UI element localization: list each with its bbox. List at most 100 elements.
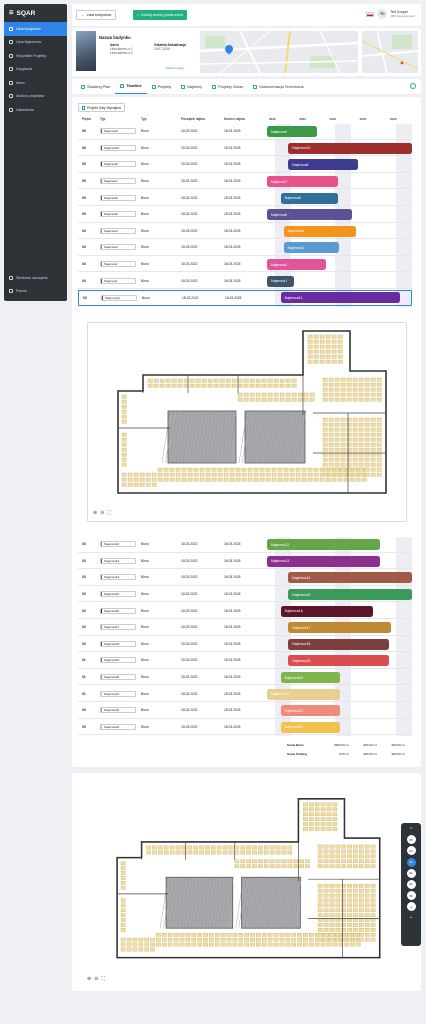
floor-button[interactable]: 04 [406,846,416,856]
floor-plan[interactable]: ⊕ ⊖ ⛶ [87,322,407,522]
gantt-bar[interactable]: Najemca9 [267,126,317,138]
sidebar-item[interactable]: Wszystkie Projekty [4,49,67,63]
sidebar-item[interactable]: Analiza projektów [4,90,67,104]
tenant-select[interactable]: Najemca10 [100,144,136,151]
tenant-select[interactable]: Najemca8 [100,161,136,168]
floor-button[interactable]: 03 [406,857,416,867]
sidebar-bottom-item[interactable]: Pomoc [4,285,67,299]
gantt-bar[interactable]: Najemca15 [288,589,412,600]
tab[interactable]: Stacking Plan [76,79,115,94]
table-row[interactable]: 05 Najemca5 Biuro 18.03.2022 18.03.2025 [78,207,412,223]
tenant-select[interactable]: Najemca15 [100,591,136,598]
gantt-bar[interactable]: Najemca13 [267,555,381,567]
table-row[interactable]: 06 Najemca9 Biuro 18.03.2022 18.03.2025 [78,124,412,140]
table-row[interactable]: 00 Najemca22 Biuro 18.03.2022 18.03.2025 [78,703,412,719]
zoom-out-icon[interactable]: ⊖ [100,510,104,516]
tenant-select[interactable]: Najemca4 [100,227,136,234]
gantt-bar[interactable]: Najemca7 [267,176,338,187]
sidebar-item[interactable]: Lista Najemców [4,36,67,50]
gantt-bar[interactable]: Najemca5 [267,209,352,221]
floor-button[interactable]: 02 [406,868,416,878]
table-row[interactable]: 00 Najemca23 Biuro 18.03.2022 18.03.2025 [78,720,412,736]
gantt-bar[interactable]: Najemca19 [288,655,390,667]
gantt-bar[interactable]: Najemca1 [267,275,295,287]
gantt-bar[interactable]: Najemca11 [280,292,400,304]
gantt-bar[interactable]: Najemca2 [267,259,326,270]
map-overview[interactable] [362,31,418,73]
tenant-select[interactable]: Najemca11 [101,294,137,301]
settings-icon[interactable] [410,83,416,89]
tab[interactable]: Najemcy [176,79,207,94]
gantt-bar[interactable]: Najemca12 [267,539,381,551]
gantt-bar[interactable]: Najemca17 [288,622,391,634]
search-space-button[interactable]: ⌕ Szukaj wolnej powierzchni [133,10,187,20]
floor-button[interactable]: 05 [406,835,416,845]
open-map-link[interactable]: Otwórz mapę [166,66,184,70]
zoom-in-icon[interactable]: ⊕ [87,976,91,982]
gantt-bar[interactable]: Najemca20 [280,672,340,683]
tenant-select[interactable]: Najemca23 [100,723,136,730]
table-row[interactable]: 04 Najemca1 Biuro 18.03.2022 18.03.2025 [78,273,412,289]
tenant-select[interactable]: Najemca19 [100,657,136,664]
gantt-bar[interactable]: Najemca22 [280,705,340,717]
tenant-select[interactable]: Najemca17 [100,624,136,631]
table-row[interactable]: 04 Najemca3 Biuro 18.03.2022 18.03.2025 [78,240,412,256]
floor-button[interactable]: 00 [406,891,416,901]
table-row[interactable]: 04 Najemca2 Biuro 18.03.2022 18.03.2025 [78,257,412,273]
back-button[interactable]: ← Lista budynków [76,10,117,20]
tab[interactable]: Projekty Zmian [207,79,248,94]
tenant-select[interactable]: Najemca14 [100,574,136,581]
language-flag-icon[interactable] [366,11,375,17]
sidebar-item[interactable]: Lista budynków [4,22,67,36]
tenant-select[interactable]: Najemca9 [100,128,136,135]
zoom-in-icon[interactable]: ⊕ [93,510,97,516]
tenant-select[interactable]: Najemca1 [100,277,136,284]
tab[interactable]: Timeline [115,79,147,94]
map-view[interactable] [200,31,358,73]
fullscreen-icon[interactable]: ⛶ [107,510,111,516]
gantt-bar[interactable]: Najemca6 [280,192,338,204]
user-menu[interactable]: TC Ted Cooper ABC Development [366,9,415,19]
floor-button[interactable]: -1 [406,902,416,912]
menu-icon[interactable]: ☰ [9,10,13,16]
floor-button[interactable]: 01 [406,879,416,889]
tenant-select[interactable]: Najemca22 [100,707,136,714]
gantt-bar[interactable]: Najemca8 [288,159,358,171]
floor-plan-2[interactable]: ⊕ ⊖ ⛶ [82,791,407,987]
gantt-bar[interactable]: Najemca3 [283,242,340,254]
tenant-select[interactable]: Najemca6 [100,194,136,201]
sidebar-item[interactable]: Dopytania [4,63,67,77]
gantt-bar[interactable]: Najemca4 [283,225,357,237]
chevron-up-icon[interactable]: ⌃ [409,827,413,833]
tab[interactable]: Dokumentacja Techniczna [248,79,308,94]
sidebar-bottom-item[interactable]: Skrótowe narzędzia [4,271,67,285]
tab[interactable]: Projekty [147,79,177,94]
tenant-select[interactable]: Najemca2 [100,261,136,268]
table-row[interactable]: 05 Najemca7 Biuro 18.03.2022 18.03.2025 [78,174,412,190]
gantt-bar[interactable]: Najemca18 [288,638,390,650]
table-row[interactable]: 05 Najemca8 Biuro 18.03.2022 18.03.2025 [78,157,412,173]
tenant-select[interactable]: Najemca20 [100,674,136,681]
sidebar-item[interactable]: Inbox [4,76,67,90]
gantt-bar[interactable]: Najemca23 [280,721,340,733]
fullscreen-icon[interactable]: ⛶ [101,976,105,982]
tenant-select[interactable]: Najemca18 [100,640,136,647]
tenant-select[interactable]: Najemca3 [100,244,136,251]
tenant-select[interactable]: Najemca13 [100,557,136,564]
table-row[interactable]: 01 Najemca20 Biuro 18.03.2022 18.03.2025 [78,670,412,686]
sidebar-item[interactable]: Ustawienia [4,103,67,117]
project-button[interactable]: Projekt Sały Wynajmu [78,103,126,112]
gantt-bar[interactable]: Najemca16 [280,605,373,617]
zoom-out-icon[interactable]: ⊖ [94,976,98,982]
tenant-select[interactable]: Najemca5 [100,211,136,218]
gantt-bar[interactable]: Najemca21 [267,688,340,700]
tenant-select[interactable]: Najemca12 [100,541,136,548]
chevron-down-icon[interactable]: ⌄ [409,914,413,920]
table-row[interactable]: 04 Najemca4 Biuro 18.03.2022 18.03.2025 [78,224,412,240]
tenant-select[interactable]: Najemca16 [100,607,136,614]
table-row[interactable]: 05 Najemca6 Biuro 18.03.2022 18.03.2025 [78,190,412,206]
gantt-bar[interactable]: Najemca14 [288,572,412,584]
table-row[interactable]: 01 Najemca21 Biuro 18.03.2022 18.03.2025 [78,686,412,702]
gantt-bar[interactable]: Najemca10 [288,142,412,154]
tenant-select[interactable]: Najemca21 [100,690,136,697]
